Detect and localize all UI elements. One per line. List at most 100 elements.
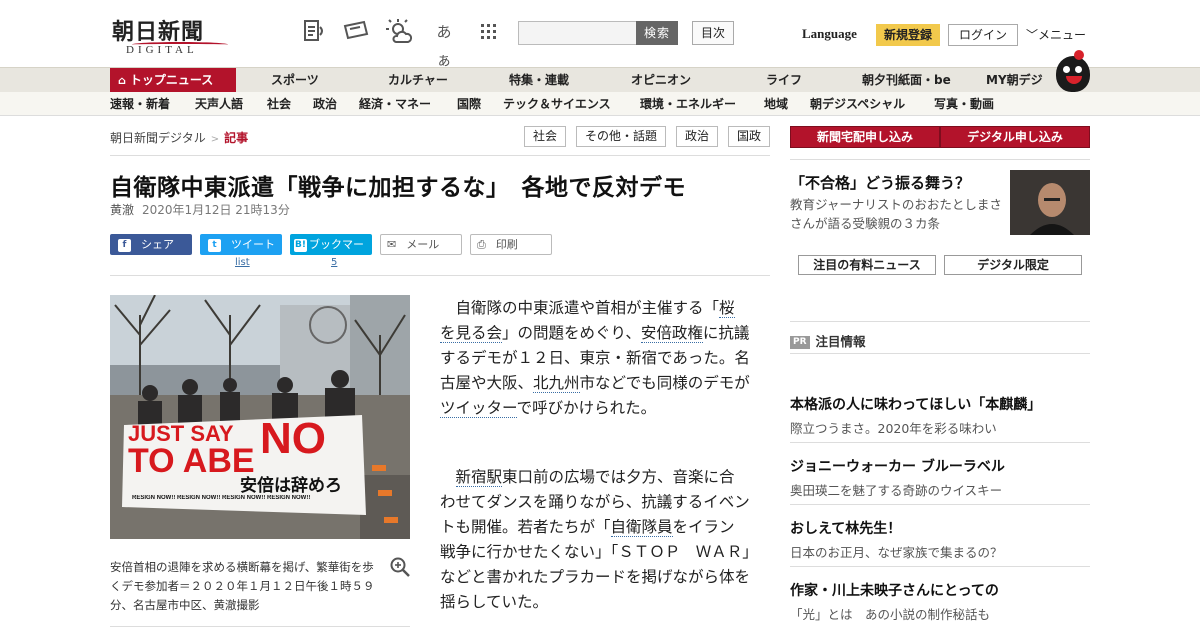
feature-title[interactable]: 「不合格」どう振る舞う？ <box>790 172 970 193</box>
banner-text-line2: TO ABE <box>128 442 255 480</box>
pr-heading-label: 注目情報 <box>815 334 866 349</box>
hatena-count[interactable]: 5 <box>331 257 337 268</box>
subnav-international[interactable]: 国際 <box>457 92 481 116</box>
newspaper-subscribe-button[interactable]: 新聞宅配申し込み <box>790 126 940 148</box>
mail-label: メール <box>406 238 440 251</box>
feature-thumbnail[interactable] <box>1010 170 1090 235</box>
breadcrumb-current: 記事 <box>224 131 249 145</box>
weather-icon[interactable] <box>386 18 414 46</box>
login-button[interactable]: ログイン <box>948 24 1018 46</box>
link-shinjuku-station[interactable]: 新宿駅 <box>455 468 503 487</box>
subnav-photo-video[interactable]: 写真・動画 <box>934 92 994 116</box>
article-paragraph-2: 新宿駅東口前の広場では夕方、音楽に合わせてダンスを踊りながら、抗議するイベントも… <box>440 468 751 611</box>
grid-icon[interactable] <box>474 18 502 46</box>
tag-misc[interactable]: その他・話題 <box>576 126 666 147</box>
mail-button[interactable]: ✉ メール <box>380 234 462 255</box>
twitter-icon: t <box>208 238 221 252</box>
pr-item-description[interactable]: 際立つうまさ。2020年を彩る味わい <box>790 418 997 437</box>
pr-item-description[interactable]: 「光」とは あの小説の制作秘話も <box>790 604 990 623</box>
subnav-politics[interactable]: 政治 <box>313 92 337 116</box>
nav-culture[interactable]: カルチャー <box>388 68 448 93</box>
divider <box>790 504 1090 505</box>
banner-text-jp: 安倍は辞めろ <box>240 476 342 496</box>
photo-caption: 安倍首相の退陣を求める横断幕を掲げ、繁華街を歩くデモ参加者＝２０２０年１月１２日… <box>110 560 375 612</box>
pr-item-title[interactable]: 作家・川上未映子さんにとっての <box>790 580 999 600</box>
banner-text-resign: RESIGN NOW!! RESIGN NOW!! RESIGN NOW!! R… <box>132 495 311 501</box>
ticket-icon[interactable] <box>342 18 370 46</box>
search-input[interactable] <box>518 21 636 45</box>
subnav-environment[interactable]: 環境・エネルギー <box>640 92 736 116</box>
author[interactable]: 黄澈 <box>110 203 134 217</box>
subnav-tenseijingo[interactable]: 天声人語 <box>195 92 243 116</box>
newspaper-audio-icon[interactable] <box>300 18 328 46</box>
breadcrumb-home[interactable]: 朝日新聞デジタル <box>110 131 206 145</box>
tag-society[interactable]: 社会 <box>524 126 566 147</box>
facebook-share-button[interactable]: f シェア <box>110 234 192 255</box>
print-label: 印刷 <box>495 238 518 251</box>
pr-item-title[interactable]: おしえて林先生！ <box>790 518 901 538</box>
twitter-share-button[interactable]: t ツイート <box>200 234 282 255</box>
chevron-down-icon: ﹀ <box>1026 28 1039 42</box>
tab-paid-news[interactable]: 注目の有料ニュース <box>798 255 936 275</box>
mail-icon: ✉ <box>387 238 397 251</box>
facebook-label: シェア <box>141 238 174 251</box>
menu-button[interactable]: ﹀メニュー <box>1026 26 1086 43</box>
nav-top-news[interactable]: ⌂ トップニュース <box>110 68 236 93</box>
language-link[interactable]: Language <box>802 26 857 42</box>
link-abe-administration[interactable]: 安倍政権 <box>640 324 703 343</box>
site-logo[interactable]: 朝日新聞 DIGITAL <box>112 14 232 56</box>
nav-features[interactable]: 特集・連載 <box>509 68 569 93</box>
link-twitter[interactable]: ツイッター <box>440 399 517 418</box>
toc-button[interactable]: 目次 <box>692 21 734 45</box>
menu-label: メニュー <box>1038 28 1087 42</box>
divider <box>110 626 410 627</box>
tab-digital-only[interactable]: デジタル限定 <box>944 255 1082 275</box>
digital-subscribe-button[interactable]: デジタル申し込み <box>940 126 1090 148</box>
hatena-bookmark-button[interactable]: B! ブックマーク <box>290 234 372 272</box>
signup-button[interactable]: 新規登録 <box>876 24 940 46</box>
article-paragraph-1: 自衛隊の中東派遣や首相が主催する「桜を見る会」の問題をめぐり、安倍政権に抗議する… <box>440 299 750 418</box>
nav-sports[interactable]: スポーツ <box>271 68 319 93</box>
subnav-economy[interactable]: 経済・マネー <box>359 92 431 116</box>
zoom-icon[interactable] <box>389 556 411 578</box>
subnav-special[interactable]: 朝デジスペシャル <box>810 92 905 116</box>
feature-description[interactable]: 教育ジャーナリストのおおたとしまささんが語る受験親の３カ条 <box>790 195 1004 233</box>
print-button[interactable]: ⎙ 印刷 <box>470 234 552 255</box>
hatena-icon: B! <box>294 238 307 252</box>
pr-item-title[interactable]: ジョニーウォーカー ブルーラベル <box>790 456 1005 476</box>
font-size-icon[interactable]: あぁ <box>430 18 458 69</box>
subnav-region[interactable]: 地域 <box>764 92 788 116</box>
breadcrumb-separator: > <box>210 134 220 145</box>
tag-politics[interactable]: 政治 <box>676 126 718 147</box>
subnav-tech[interactable]: テック＆サイエンス <box>503 92 611 116</box>
nav-label: トップニュース <box>129 73 214 87</box>
byline: 黄澈 2020年1月12日 21時13分 <box>110 201 290 218</box>
print-icon: ⎙ <box>477 238 486 251</box>
twitter-count[interactable]: list <box>235 257 250 268</box>
divider <box>790 321 1090 322</box>
divider <box>110 275 770 276</box>
pr-item-description[interactable]: 日本のお正月、なぜ家族で集まるの？ <box>790 542 1003 561</box>
tag-national-politics[interactable]: 国政 <box>728 126 770 147</box>
divider <box>790 566 1090 567</box>
search-button[interactable]: 検索 <box>636 21 678 45</box>
link-kitakyushu[interactable]: 北九州 <box>533 374 580 393</box>
nav-life[interactable]: ライフ <box>766 68 802 93</box>
link-sdf-members[interactable]: 自衛隊員 <box>610 518 673 537</box>
breadcrumb: 朝日新聞デジタル > 記事 <box>110 129 248 146</box>
subnav-society[interactable]: 社会 <box>267 92 291 116</box>
publish-date: 2020年1月12日 21時13分 <box>142 203 290 217</box>
divider <box>790 353 1090 354</box>
article-title: 自衛隊中東派遣「戦争に加担するな」 各地で反対デモ <box>110 175 686 201</box>
mascot-icon[interactable] <box>1056 50 1090 92</box>
pr-heading: PR 注目情報 <box>790 331 866 350</box>
facebook-icon: f <box>118 238 131 252</box>
subnav-latest[interactable]: 速報・新着 <box>110 92 170 116</box>
article-photo[interactable]: JUST SAY NO TO ABE 安倍は辞めろ RESIGN NOW!! R… <box>110 295 410 539</box>
nav-paper[interactable]: 朝夕刊紙面・be <box>862 68 951 93</box>
pr-item-title[interactable]: 本格派の人に味わってほしい「本麒麟」 <box>790 394 1041 414</box>
nav-my-asadigi[interactable]: MY朝デジ <box>986 68 1043 93</box>
pr-badge: PR <box>790 336 810 349</box>
nav-opinion[interactable]: オピニオン <box>631 68 691 93</box>
pr-item-description[interactable]: 奥田瑛二を魅了する奇跡のウイスキー <box>790 480 1002 499</box>
